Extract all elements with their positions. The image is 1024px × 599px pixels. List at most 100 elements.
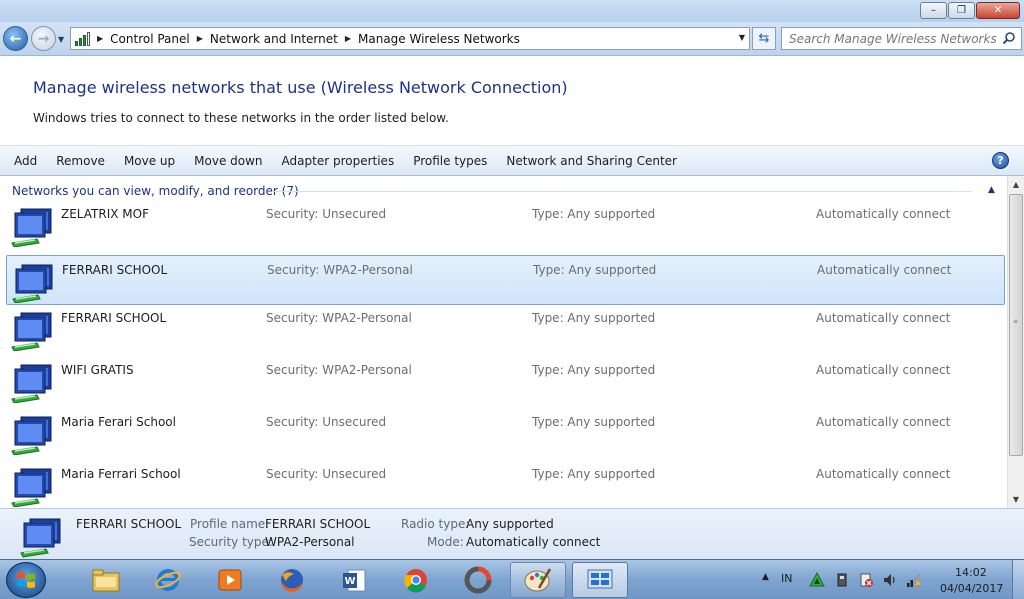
action-center-icon[interactable]: [858, 572, 874, 588]
taskbar-word[interactable]: W: [326, 562, 382, 598]
wireless-signal-icon[interactable]: [906, 572, 922, 588]
word-icon: W: [343, 569, 366, 592]
mode-label: Mode:: [427, 535, 464, 549]
breadcrumb-network-and-internet[interactable]: Network and Internet: [210, 32, 338, 46]
network-row-selected[interactable]: FERRARI SCHOOL Security: WPA2-Personal T…: [6, 255, 1005, 305]
add-button[interactable]: Add: [14, 154, 37, 168]
group-header[interactable]: Networks you can view, modify, and reord…: [12, 184, 299, 198]
taskbar-firefox[interactable]: [264, 562, 320, 598]
taskbar-app-ring[interactable]: [450, 562, 506, 598]
wireless-network-icon: [11, 468, 52, 507]
clock-date[interactable]: 04/04/2017: [940, 582, 1003, 595]
maximize-icon: ❐: [957, 5, 966, 16]
collapse-group-icon[interactable]: ▲: [988, 185, 995, 195]
network-mode: Automatically connect: [817, 263, 952, 277]
network-security: Security: WPA2-Personal: [266, 311, 412, 325]
network-name: Maria Ferari School: [61, 415, 176, 429]
network-sharing-center-button[interactable]: Network and Sharing Center: [506, 154, 677, 168]
security-type-label: Security type:: [189, 535, 273, 549]
refresh-button[interactable]: ⇆: [752, 27, 776, 50]
refresh-icon: ⇆: [758, 31, 770, 46]
network-row[interactable]: FERRARI SCHOOL Security: WPA2-Personal T…: [6, 304, 1005, 354]
adapter-properties-button[interactable]: Adapter properties: [282, 154, 395, 168]
network-type: Type: Any supported: [532, 311, 656, 325]
scroll-up-icon[interactable]: ▲: [1008, 176, 1024, 193]
windows-logo-icon: [17, 572, 35, 588]
scroll-thumb[interactable]: ≡: [1009, 194, 1023, 456]
breadcrumb-manage-wireless-networks[interactable]: Manage Wireless Networks: [358, 32, 520, 46]
network-name: FERRARI SCHOOL: [62, 263, 168, 277]
mode-value: Automatically connect: [466, 535, 601, 549]
radio-type-label: Radio type:: [401, 517, 470, 531]
search-box[interactable]: [781, 27, 1022, 50]
breadcrumb-separator-icon[interactable]: ▶: [345, 34, 351, 43]
taskbar-chrome[interactable]: [388, 562, 444, 598]
network-type: Type: Any supported: [532, 415, 656, 429]
minimize-icon: –: [931, 5, 936, 16]
control-panel-icon: [587, 569, 613, 589]
safely-remove-hardware-icon[interactable]: [834, 572, 850, 588]
network-security: Security: WPA2-Personal: [266, 363, 412, 377]
folder-icon: [92, 569, 120, 592]
breadcrumb-separator-icon[interactable]: ▶: [197, 34, 203, 43]
network-security: Security: Unsecured: [266, 415, 387, 429]
forward-button[interactable]: →: [31, 26, 56, 51]
breadcrumb-control-panel[interactable]: Control Panel: [110, 32, 190, 46]
start-button[interactable]: [6, 562, 46, 598]
close-icon: ✕: [993, 5, 1003, 16]
address-bar[interactable]: ▶ Control Panel ▶ Network and Internet ▶…: [70, 27, 750, 50]
help-icon[interactable]: ?: [992, 152, 1009, 169]
taskbar-windows-explorer[interactable]: [78, 562, 134, 598]
address-dropdown-icon[interactable]: ▼: [739, 33, 745, 42]
network-type: Type: Any supported: [533, 263, 657, 277]
language-indicator[interactable]: IN: [781, 572, 792, 585]
back-arrow-icon: ←: [9, 30, 22, 47]
taskbar-internet-explorer[interactable]: [140, 562, 196, 598]
network-row[interactable]: ZELATRIX MOF Security: Unsecured Type: A…: [6, 200, 1005, 250]
window-controls: – ❐ ✕: [919, 2, 1020, 19]
vertical-scrollbar[interactable]: ▲ ≡ ▼: [1007, 176, 1024, 508]
network-name: ZELATRIX MOF: [61, 207, 149, 221]
search-input[interactable]: [789, 31, 999, 46]
recent-pages-dropdown-icon[interactable]: ▼: [58, 35, 64, 44]
profile-types-button[interactable]: Profile types: [413, 154, 487, 168]
network-name: Maria Ferrari School: [61, 467, 181, 481]
network-row[interactable]: Maria Ferrari School Security: Unsecured…: [6, 460, 1005, 508]
minimize-button[interactable]: –: [920, 2, 947, 19]
network-row[interactable]: Maria Ferari School Security: Unsecured …: [6, 408, 1005, 458]
wireless-network-icon: [11, 364, 52, 403]
wireless-network-icon: [20, 518, 61, 558]
profile-name-label: Profile name:: [190, 517, 270, 531]
maximize-button[interactable]: ❐: [948, 2, 975, 19]
details-pane: FERRARI SCHOOL Profile name: FERRARI SCH…: [0, 508, 1024, 559]
taskbar-control-panel[interactable]: [572, 562, 628, 598]
radio-type-value: Any supported: [466, 517, 554, 531]
scroll-down-icon[interactable]: ▼: [1008, 491, 1024, 508]
breadcrumb-separator-icon[interactable]: ▶: [97, 34, 103, 43]
taskbar-media-player[interactable]: [202, 562, 258, 598]
move-up-button[interactable]: Move up: [124, 154, 175, 168]
network-security: Security: Unsecured: [266, 207, 387, 221]
wireless-network-icon: [11, 312, 52, 351]
network-type: Type: Any supported: [532, 363, 656, 377]
wireless-network-icon: [11, 416, 52, 455]
paint-icon: [524, 568, 552, 592]
chrome-icon: [404, 569, 427, 593]
details-network-name: FERRARI SCHOOL: [76, 517, 182, 531]
show-desktop-button[interactable]: [1012, 560, 1024, 599]
back-button[interactable]: ←: [3, 26, 28, 51]
network-mode: Automatically connect: [816, 311, 951, 325]
group-divider: [272, 191, 972, 192]
move-down-button[interactable]: Move down: [194, 154, 262, 168]
volume-icon[interactable]: [882, 572, 898, 588]
remove-button[interactable]: Remove: [56, 154, 105, 168]
clock-time[interactable]: 14:02: [955, 566, 987, 579]
update-icon[interactable]: [809, 572, 825, 588]
search-icon[interactable]: [1002, 31, 1016, 45]
show-hidden-icons-icon[interactable]: ▲: [762, 572, 769, 582]
network-row[interactable]: WIFI GRATIS Security: WPA2-Personal Type…: [6, 356, 1005, 406]
network-type: Type: Any supported: [532, 207, 656, 221]
taskbar-paint[interactable]: [510, 562, 566, 598]
network-mode: Automatically connect: [816, 415, 951, 429]
close-button[interactable]: ✕: [976, 2, 1020, 19]
